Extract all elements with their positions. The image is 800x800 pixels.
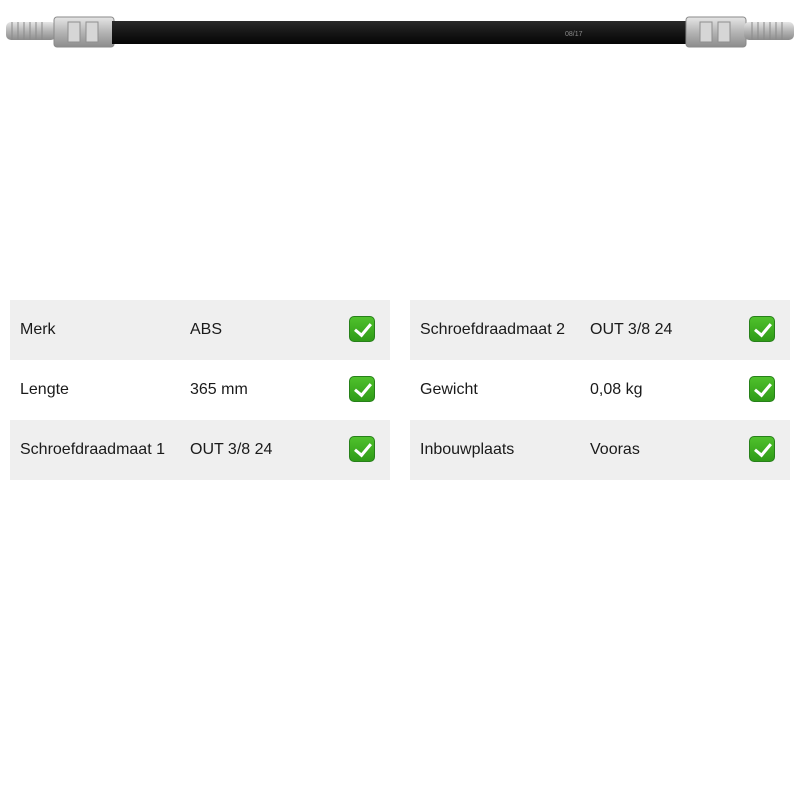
check-icon [349, 316, 375, 342]
brake-hose-image: 08/17 [6, 16, 794, 48]
spec-label: Lengte [20, 381, 69, 398]
check-icon [349, 436, 375, 462]
check-icon [749, 436, 775, 462]
spec-label: Schroefdraadmaat 1 [20, 441, 165, 458]
spec-row-inbouwplaats: Inbouwplaats Vooras [410, 420, 790, 480]
spec-label: Gewicht [420, 381, 478, 398]
check-icon [749, 376, 775, 402]
spec-row-gewicht: Gewicht 0,08 kg [410, 360, 790, 420]
spec-value: ABS [190, 321, 223, 338]
spec-table-right: Schroefdraadmaat 2 OUT 3/8 24 Gewicht 0,… [410, 300, 790, 480]
spec-value: OUT 3/8 24 [590, 321, 673, 338]
spec-label: Inbouwplaats [420, 441, 515, 458]
spec-table-left: Merk ABS Lengte 365 mm Schroefdraadmaat … [10, 300, 390, 480]
spec-row-schroefdraadmaat-1: Schroefdraadmaat 1 OUT 3/8 24 [10, 420, 390, 480]
spec-row-schroefdraadmaat-2: Schroefdraadmaat 2 OUT 3/8 24 [410, 300, 790, 360]
spec-row-merk: Merk ABS [10, 300, 390, 360]
spec-value: 365 mm [190, 381, 248, 398]
hose-marking: 08/17 [565, 31, 583, 38]
left-fitting [53, 16, 115, 48]
spec-value: Vooras [590, 441, 640, 458]
right-fitting [685, 16, 747, 48]
spec-label: Schroefdraadmaat 2 [420, 321, 565, 338]
check-icon [749, 316, 775, 342]
spec-value: OUT 3/8 24 [190, 441, 273, 458]
spec-row-lengte: Lengte 365 mm [10, 360, 390, 420]
spec-label: Merk [20, 321, 56, 338]
spec-value: 0,08 kg [590, 381, 643, 398]
left-thread [6, 22, 56, 40]
check-icon [349, 376, 375, 402]
hose [112, 21, 688, 44]
